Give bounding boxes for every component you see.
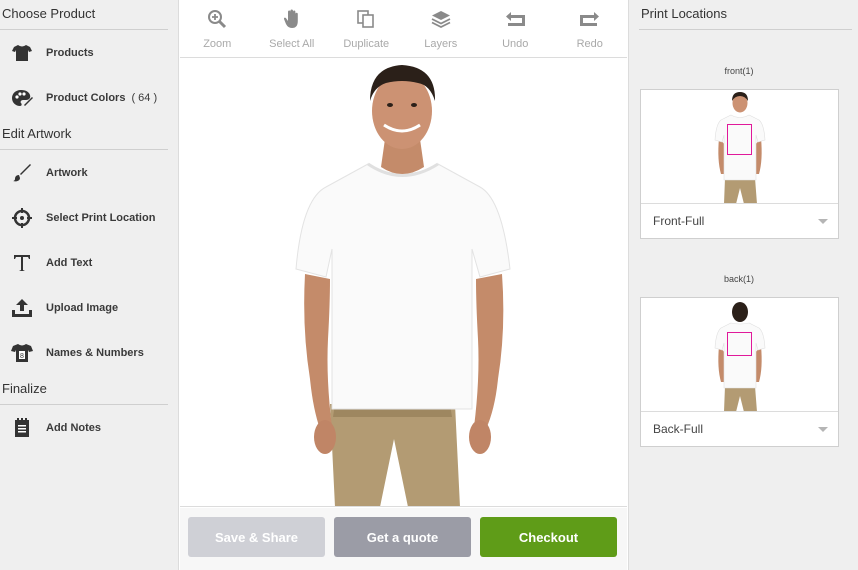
back-location-label: back(1): [723, 274, 754, 284]
save-share-button[interactable]: Save & Share: [188, 517, 325, 557]
section-title-choose-product: Choose Product: [0, 0, 168, 30]
chevron-down-icon: [818, 218, 828, 224]
back-location-card[interactable]: Back-Full: [640, 297, 839, 447]
front-location-card[interactable]: Front-Full: [640, 89, 839, 239]
back-print-area: [727, 332, 752, 356]
front-location-value: Front-Full: [653, 214, 705, 228]
jersey-number-icon: 8: [10, 341, 34, 365]
svg-text:8: 8: [20, 353, 24, 360]
duplicate-icon: [355, 8, 377, 30]
section-title-edit-artwork: Edit Artwork: [0, 120, 168, 150]
upload-icon: [10, 296, 34, 320]
color-count: ( 64 ): [131, 91, 158, 104]
zoom-icon: [206, 8, 228, 30]
toolbar: Zoom Select All Duplicate Layers Undo Re…: [180, 0, 627, 58]
zoom-button[interactable]: Zoom: [180, 0, 255, 57]
tshirt-icon: [10, 41, 34, 65]
undo-button[interactable]: Undo: [478, 0, 553, 57]
palette-icon: [10, 86, 34, 110]
action-bar: Save & Share Get a quote Checkout: [180, 508, 627, 570]
hand-icon: [281, 8, 303, 30]
zoom-label: Zoom: [203, 38, 232, 50]
sidebar-item-label: Product Colors: [46, 91, 126, 104]
sidebar-item-add-text[interactable]: Add Text: [0, 240, 178, 285]
front-location-label: front(1): [724, 66, 754, 76]
back-location-select[interactable]: Back-Full: [641, 412, 838, 446]
sidebar-item-products[interactable]: Products: [0, 30, 178, 75]
duplicate-button[interactable]: Duplicate: [329, 0, 404, 57]
sidebar-item-label: Add Text: [46, 256, 93, 269]
redo-button[interactable]: Redo: [553, 0, 628, 57]
sidebar-item-label: Artwork: [46, 166, 88, 179]
front-print-area: [727, 124, 752, 155]
sidebar-item-names-numbers[interactable]: 8 Names & Numbers: [0, 330, 178, 375]
notes-icon: [10, 416, 34, 440]
product-model-image: [295, 65, 511, 506]
undo-icon: [504, 8, 526, 30]
print-locations-panel: Print Locations front(1) Front-Full back…: [628, 0, 858, 570]
sidebar-item-label: Names & Numbers: [46, 346, 144, 359]
duplicate-label: Duplicate: [343, 38, 390, 50]
sidebar-item-label: Add Notes: [46, 421, 101, 434]
sidebar-item-artwork[interactable]: Artwork: [0, 150, 178, 195]
layers-button[interactable]: Layers: [404, 0, 479, 57]
select-all-label: Select All: [269, 38, 315, 50]
chevron-down-icon: [818, 426, 828, 432]
layers-icon: [430, 8, 452, 30]
crosshair-icon: [10, 206, 34, 230]
back-location-value: Back-Full: [653, 422, 704, 436]
section-title-finalize: Finalize: [0, 375, 168, 405]
front-preview-image[interactable]: [641, 90, 838, 204]
layers-label: Layers: [424, 38, 458, 50]
designer-app: Choose Product Products Product Colors (…: [0, 0, 858, 570]
sidebar-item-select-print-location[interactable]: Select Print Location: [0, 195, 178, 240]
brush-icon: [10, 161, 34, 185]
sidebar-item-label: Upload Image: [46, 301, 119, 314]
sidebar-item-product-colors[interactable]: Product Colors ( 64 ): [0, 75, 178, 120]
front-location-select[interactable]: Front-Full: [641, 204, 838, 238]
select-all-button[interactable]: Select All: [255, 0, 330, 57]
redo-icon: [579, 8, 601, 30]
checkout-button[interactable]: Checkout: [480, 517, 617, 557]
undo-label: Undo: [502, 38, 529, 50]
design-canvas[interactable]: [180, 59, 627, 507]
redo-label: Redo: [576, 38, 603, 50]
back-preview-image[interactable]: [641, 298, 838, 412]
text-icon: [10, 251, 34, 275]
sidebar-item-add-notes[interactable]: Add Notes: [0, 405, 178, 450]
sidebar-item-label: Select Print Location: [46, 211, 156, 224]
sidebar-item-label: Products: [46, 46, 94, 59]
sidebar-item-upload-image[interactable]: Upload Image: [0, 285, 178, 330]
left-sidebar: Choose Product Products Product Colors (…: [0, 0, 179, 570]
get-quote-button[interactable]: Get a quote: [334, 517, 471, 557]
print-locations-title: Print Locations: [639, 0, 852, 30]
